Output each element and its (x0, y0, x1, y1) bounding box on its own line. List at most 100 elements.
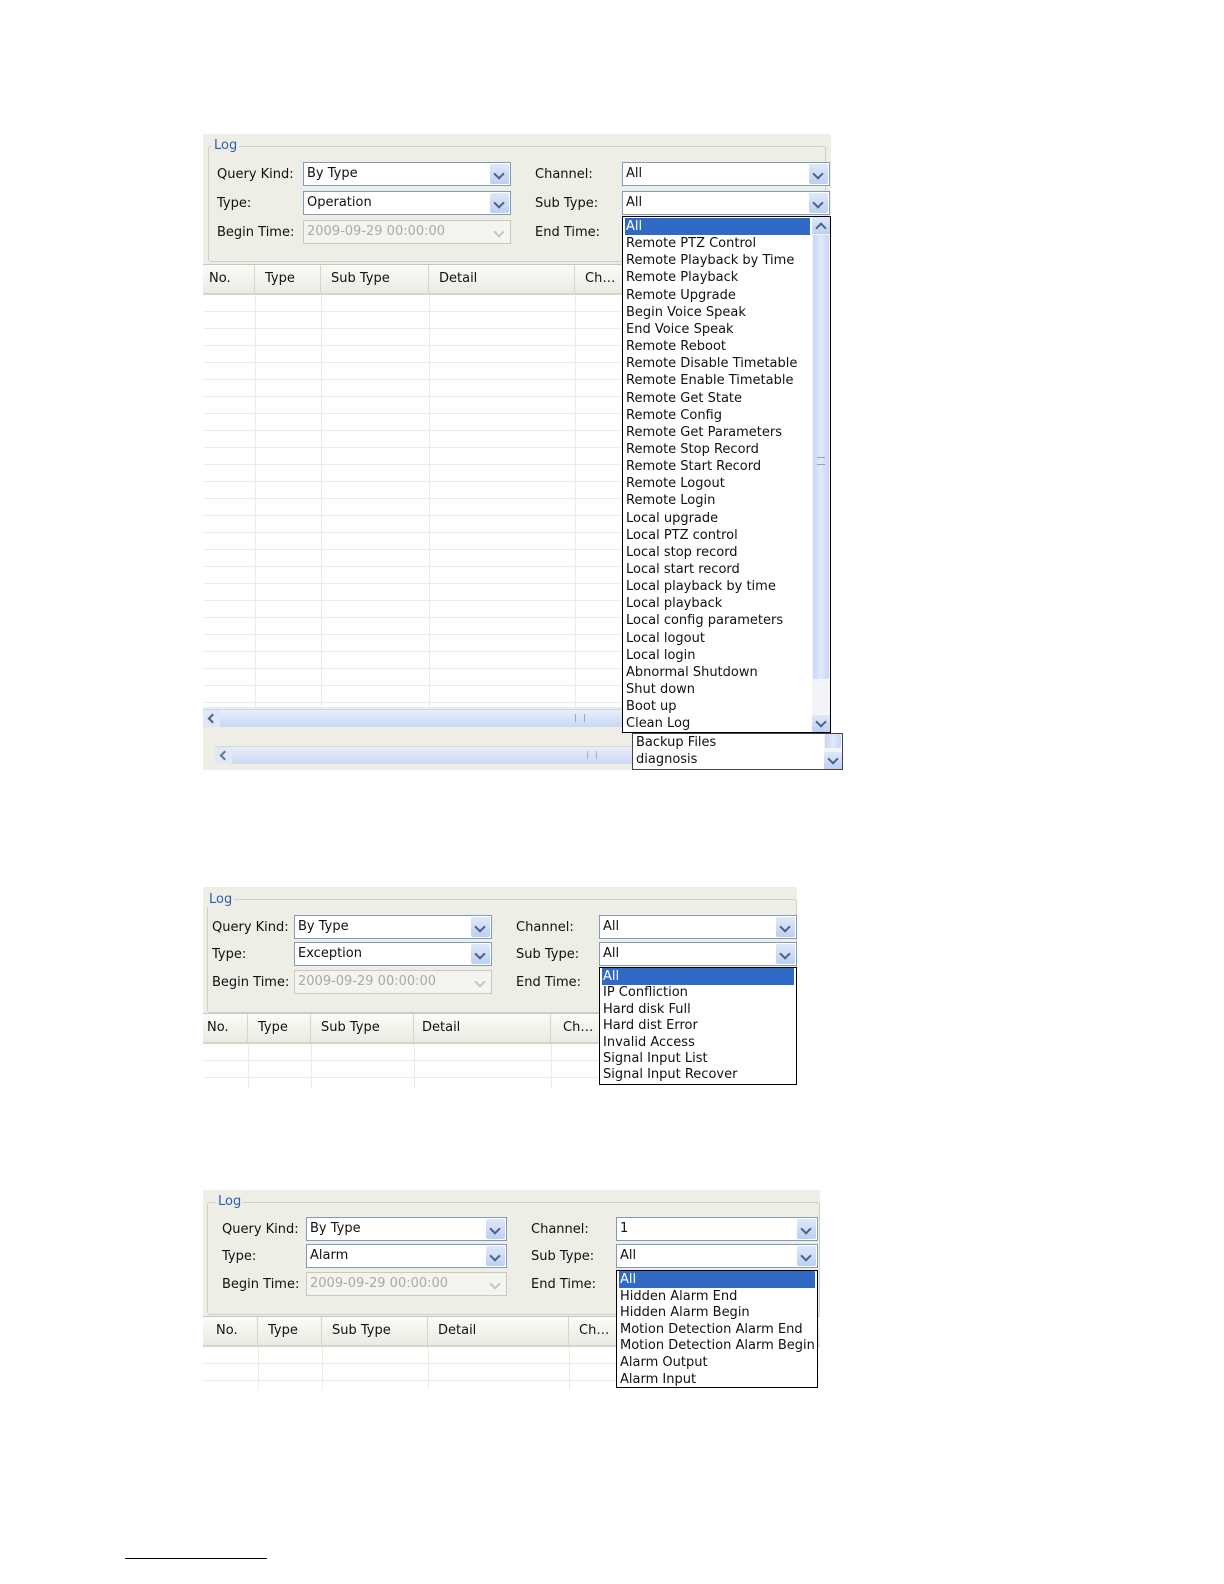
query-kind-select[interactable]: By Type (306, 1217, 507, 1241)
scroll-grip[interactable] (575, 714, 585, 722)
query-kind-select[interactable]: By Type (294, 915, 492, 939)
dropdown-item[interactable]: Remote Playback (625, 269, 738, 286)
dropdown-item[interactable]: Signal Input Recover (602, 1066, 737, 1083)
dropdown-item[interactable]: Local PTZ control (625, 527, 738, 544)
dropdown-item[interactable]: Local upgrade (625, 510, 718, 527)
dropdown-item[interactable]: Local config parameters (625, 612, 783, 629)
query-kind-label: Query Kind: (212, 920, 289, 935)
dropdown-item[interactable]: Local stop record (625, 544, 738, 561)
chevron-down-icon[interactable] (809, 193, 828, 213)
column-header-type[interactable]: Type (255, 265, 321, 293)
dropdown-item[interactable]: Local playback (625, 595, 722, 612)
dropdown-item[interactable]: Remote Get Parameters (625, 424, 782, 441)
dropdown-item[interactable]: Local login (625, 647, 696, 664)
chevron-down-icon[interactable] (471, 944, 490, 964)
dropdown-item[interactable]: Abnormal Shutdown (625, 664, 758, 681)
column-header-no[interactable]: No. (203, 1317, 258, 1345)
column-divider (429, 295, 430, 707)
chevron-left-icon[interactable] (203, 710, 220, 727)
sub-type-dropdown-list[interactable]: All Hidden Alarm End Hidden Alarm Begin Mot… (616, 1270, 818, 1388)
chevron-down-icon[interactable] (797, 1219, 816, 1239)
dropdown-item[interactable]: Remote Logout (625, 475, 725, 492)
dropdown-item[interactable]: Remote Config (625, 407, 722, 424)
dropdown-item[interactable]: Boot up (625, 698, 677, 715)
chevron-down-icon[interactable] (486, 1246, 505, 1266)
chevron-up-icon[interactable] (812, 217, 830, 234)
type-select[interactable]: Exception (294, 942, 492, 966)
dropdown-item[interactable]: Signal Input List (602, 1050, 708, 1067)
chevron-down-icon[interactable] (486, 1219, 505, 1239)
column-divider (428, 1347, 429, 1390)
dropdown-item[interactable]: Remote Start Record (625, 458, 761, 475)
vertical-scrollbar[interactable] (812, 217, 830, 732)
dropdown-item[interactable]: IP Confliction (602, 984, 688, 1001)
dropdown-item[interactable]: Remote PTZ Control (625, 235, 756, 252)
sub-type-value: All (626, 195, 643, 210)
dropdown-item[interactable]: Remote Upgrade (625, 287, 736, 304)
dropdown-item[interactable]: Remote Stop Record (625, 441, 759, 458)
dropdown-item[interactable]: Motion Detection Alarm Begin (619, 1337, 815, 1354)
dropdown-item[interactable]: Alarm Output (619, 1354, 708, 1371)
sub-type-dropdown-list[interactable]: All Remote PTZ Control Remote Playback by … (622, 216, 831, 733)
chevron-down-icon[interactable] (797, 1246, 816, 1266)
dropdown-item[interactable]: Begin Voice Speak (625, 304, 746, 321)
chevron-down-icon[interactable] (471, 917, 490, 937)
channel-select[interactable]: 1 (616, 1217, 818, 1241)
dropdown-item-selected[interactable]: All (625, 218, 810, 235)
column-header-detail[interactable]: Detail (429, 265, 575, 293)
dropdown-item[interactable]: End Voice Speak (625, 321, 734, 338)
column-header-detail[interactable]: Detail (414, 1014, 551, 1042)
dropdown-item[interactable]: Hard disk Full (602, 1001, 691, 1018)
chevron-down-icon[interactable] (809, 164, 828, 184)
sub-type-select[interactable]: All (599, 942, 797, 966)
dropdown-item[interactable]: Hard dist Error (602, 1017, 698, 1034)
dropdown-item[interactable]: Local logout (625, 630, 705, 647)
sub-type-select[interactable]: All (622, 191, 830, 215)
column-divider (321, 295, 322, 707)
sub-type-select[interactable]: All (616, 1244, 818, 1268)
dropdown-item[interactable]: Invalid Access (602, 1034, 695, 1051)
dropdown-item[interactable]: Hidden Alarm Begin (619, 1304, 750, 1321)
column-header-detail[interactable]: Detail (428, 1317, 569, 1345)
channel-select[interactable]: All (622, 162, 830, 186)
sub-type-dropdown-list[interactable]: All IP Confliction Hard disk Full Hard dist… (599, 967, 797, 1085)
dropdown-item-selected[interactable]: All (602, 968, 794, 985)
dropdown-item[interactable]: Shut down (625, 681, 695, 698)
channel-select[interactable]: All (599, 915, 797, 939)
column-header-no[interactable]: No. (203, 265, 255, 293)
dropdown-item[interactable]: diagnosis (635, 751, 697, 768)
column-header-sub-type[interactable]: Sub Type (321, 265, 429, 293)
dropdown-item-selected[interactable]: All (619, 1271, 815, 1288)
query-kind-label: Query Kind: (217, 167, 294, 182)
column-header-sub-type[interactable]: Sub Type (311, 1014, 414, 1042)
dropdown-item[interactable]: Remote Login (625, 492, 715, 509)
type-label: Type: (212, 947, 247, 962)
dropdown-item[interactable]: Remote Enable Timetable (625, 372, 793, 389)
dropdown-item[interactable]: Remote Reboot (625, 338, 726, 355)
column-header-no[interactable]: No. (203, 1014, 248, 1042)
column-header-type[interactable]: Type (248, 1014, 311, 1042)
end-time-label: End Time: (535, 225, 601, 240)
type-select[interactable]: Operation (303, 191, 511, 215)
dropdown-item[interactable]: Local playback by time (625, 578, 776, 595)
chevron-down-icon[interactable] (490, 193, 509, 213)
dropdown-item[interactable]: Local start record (625, 561, 740, 578)
dropdown-item[interactable]: Remote Disable Timetable (625, 355, 797, 372)
dropdown-item[interactable]: Clean Log (625, 715, 690, 732)
column-header-sub-type[interactable]: Sub Type (322, 1317, 428, 1345)
chevron-down-icon[interactable] (776, 944, 795, 964)
horizontal-scrollbar[interactable] (203, 709, 623, 727)
chevron-down-icon[interactable] (776, 917, 795, 937)
chevron-down-icon[interactable] (490, 164, 509, 184)
dropdown-item[interactable]: Hidden Alarm End (619, 1288, 737, 1305)
query-kind-select[interactable]: By Type (303, 162, 511, 186)
dropdown-item[interactable]: Backup Files (635, 734, 716, 751)
dropdown-item[interactable]: Motion Detection Alarm End (619, 1321, 803, 1338)
chevron-down-icon[interactable] (812, 715, 830, 732)
dropdown-item[interactable]: Remote Playback by Time (625, 252, 794, 269)
channel-label: Channel: (516, 920, 574, 935)
dropdown-item[interactable]: Remote Get State (625, 390, 742, 407)
type-select[interactable]: Alarm (306, 1244, 507, 1268)
column-header-type[interactable]: Type (258, 1317, 322, 1345)
dropdown-item[interactable]: Alarm Input (619, 1371, 696, 1387)
